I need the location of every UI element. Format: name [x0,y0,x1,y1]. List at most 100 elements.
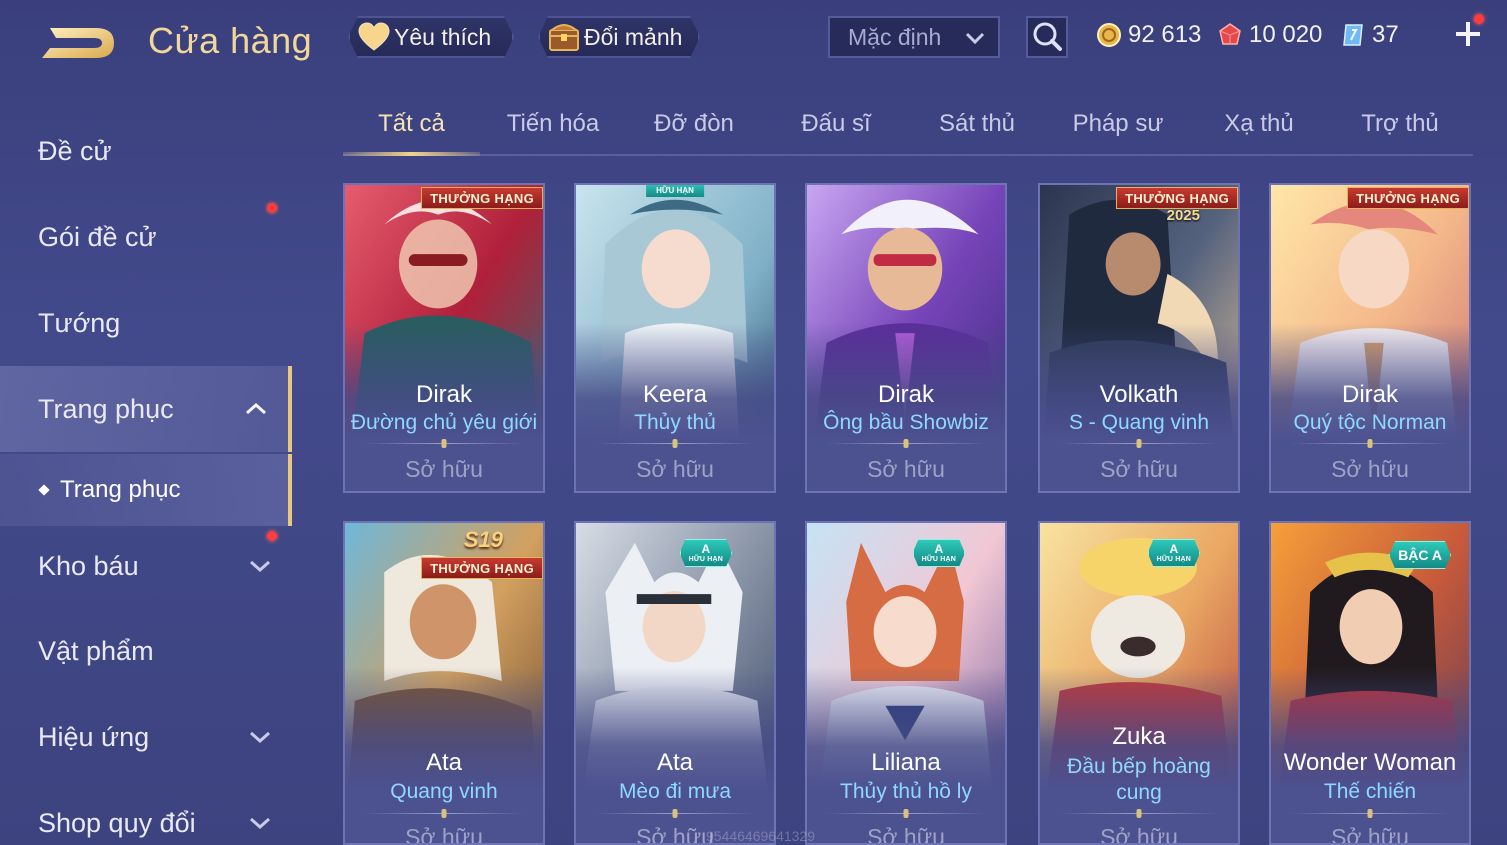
rank-badge: THƯỞNG HẠNG [1116,187,1238,209]
skin-card[interactable]: THƯỞNG HẠNG Dirak Quý tộc Norman Sở hữu [1269,183,1471,493]
card-divider [363,813,525,814]
sidebar-item-featured[interactable]: Đề cử [0,108,292,194]
search-icon [1033,22,1062,51]
skin-card[interactable]: HỮU HẠN Keera Thủy thủ Sở hữu [574,183,776,493]
card-divider [825,813,987,814]
ruby-gem-icon [1219,23,1241,45]
ownership-status: Sở hữu [1100,456,1178,482]
chevron-down-icon [250,560,270,573]
tab-all[interactable]: Tất cả [343,110,480,154]
hero-name: Dirak [1341,381,1398,408]
sidebar-item-label: Hiệu ứng [38,721,150,752]
skin-name: Quang vinh [390,780,498,803]
sidebar-item-label: Tướng [38,307,121,338]
sidebar-item-exchange-shop[interactable]: Shop quy đổi [0,780,292,845]
sidebar-subitem-label: Trang phục [60,476,181,503]
back-arrow-icon[interactable] [36,22,118,64]
skin-card[interactable]: S19 THƯỞNG HẠNG Ata Quang vinh Sở hữu [343,521,545,845]
favorite-button[interactable]: Yêu thích [348,16,514,58]
diamond-bullet-icon [38,484,50,496]
sidebar-item-featured-packs[interactable]: Gói đề cử [0,194,292,280]
tab-assassin[interactable]: Sát thủ [909,110,1045,154]
heart-icon [358,22,390,52]
sidebar-item-label: Vật phẩm [38,635,154,666]
tab-fighter[interactable]: Đấu sĩ [768,110,904,154]
voucher-balance: 37 [1340,18,1399,52]
sidebar-item-treasure[interactable]: Kho báu [0,523,292,609]
tier-badge: A HỮU HẠN [913,539,965,567]
skin-card[interactable]: THƯỞNG HẠNG Dirak Đường chủ yêu giới Sở … [343,183,545,493]
rank-badge: THƯỞNG HẠNG [1347,187,1469,209]
chevron-down-icon [965,32,985,45]
tab-tank[interactable]: Đỡ đòn [626,110,762,154]
hero-name: Dirak [415,381,472,408]
hero-name: Ata [425,749,463,776]
sidebar-item-items[interactable]: Vật phẩm [0,608,292,694]
rank-badge: THƯỞNG HẠNG [421,187,543,209]
sidebar-item-effects[interactable]: Hiệu ứng [0,694,292,780]
search-button[interactable] [1026,16,1068,58]
sidebar-item-label: Kho báu [38,550,139,581]
skin-card[interactable]: A HỮU HẠN Ata Mèo đi mưa Sở hữu [574,521,776,845]
skin-card[interactable]: THƯỞNG HẠNG 2025 Volkath S - Quang vinh … [1038,183,1240,493]
rank-badge: THƯỞNG HẠNG [421,557,543,579]
skin-name: Thủy thủ [634,411,716,434]
sidebar: Đề cử Gói đề cử Tướng Trang phục Trang p… [0,100,292,845]
skin-name: Đầu bếp hoàng cung [1067,755,1211,804]
ownership-status: Sở hữu [405,456,483,482]
hero-name: Dirak [877,381,934,408]
sidebar-item-label: Shop quy đổi [38,807,196,838]
tab-label: Pháp sư [1072,110,1164,137]
skin-name: Mèo đi mưa [618,780,732,803]
gold-amount: 92 613 [1128,21,1202,48]
ownership-status: Sở hữu [1100,824,1178,845]
tier-badge: A HỮU HẠN [680,539,732,567]
hero-name: Keera [642,381,708,408]
ownership-status: Sở hữu [405,824,483,845]
chevron-down-icon [250,731,270,744]
page-title: Cửa hàng [148,20,313,61]
tier-badge: BẬC A [1389,541,1451,569]
card-divider [1058,443,1220,444]
hero-name: Wonder Woman [1283,749,1457,776]
card-divider [594,813,756,814]
tier-letter: A [934,541,944,556]
skin-card[interactable]: A HỮU HẠN Liliana Thủy thủ hồ ly Sở hữu [805,521,1007,845]
tab-mage[interactable]: Pháp sư [1050,110,1186,154]
skin-name: Ông bầu Showbiz [823,411,989,434]
favorite-label: Yêu thích [394,23,492,50]
voucher-amount: 37 [1372,21,1399,48]
ownership-status: Sở hữu [1331,824,1409,845]
sort-value: Mặc định [848,23,942,50]
chevron-up-icon [246,402,266,415]
skin-card[interactable]: A HỮU HẠN Zuka Đầu bếp hoàng cung Sở hữu [1038,521,1240,845]
skin-card[interactable]: Dirak Ông bầu Showbiz Sở hữu [805,183,1007,493]
top-bar: Cửa hàng Yêu thích Đổi mảnh Mặc định 92 … [0,0,1507,80]
notification-dot [1474,14,1484,24]
card-divider [363,443,525,444]
card-divider [594,443,756,444]
skin-card[interactable]: BẬC A Wonder Woman Thế chiến Sở hữu [1269,521,1471,845]
ruby-balance: 10 020 [1217,18,1322,52]
exchange-label: Đổi mảnh [584,23,683,50]
tab-support[interactable]: Trợ thủ [1332,110,1468,154]
tab-marksman[interactable]: Xạ thủ [1191,110,1327,154]
sidebar-item-skins[interactable]: Trang phục [0,366,292,452]
hero-name: Liliana [871,749,941,776]
tab-evolution[interactable]: Tiến hóa [485,110,621,154]
skin-name: S - Quang vinh [1068,411,1210,434]
ownership-status: Sở hữu [867,824,945,845]
hero-name: Ata [656,749,694,776]
year-badge: 2025 [1166,207,1200,224]
sidebar-subitem-skins[interactable]: Trang phục [0,454,292,526]
hero-name: Zuka [1112,723,1166,750]
sidebar-item-label: Gói đề cử [38,221,157,252]
skin-name: Thủy thủ hồ ly [840,780,972,803]
exchange-shard-button[interactable]: Đổi mảnh [538,16,700,58]
watermark: 95446469641329 [706,828,816,844]
sidebar-item-heroes[interactable]: Tướng [0,280,292,366]
sort-dropdown[interactable]: Mặc định [828,16,1000,58]
card-divider [1058,813,1220,814]
sidebar-item-label: Trang phục [38,393,174,424]
tab-label: Đấu sĩ [801,110,871,137]
